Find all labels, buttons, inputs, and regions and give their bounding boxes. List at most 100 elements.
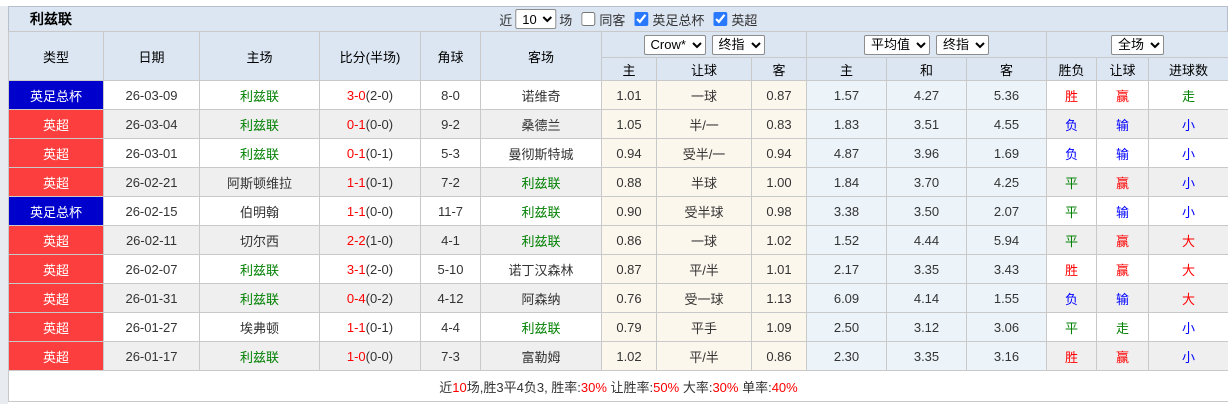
scope-select[interactable]: 全场 (1111, 34, 1165, 55)
halftime-score: (0-0) (365, 116, 394, 132)
winlose-result: 胜 (1046, 80, 1098, 110)
winlose-result: 负 (1046, 109, 1098, 139)
euro-draw-odds: 4.27 (886, 80, 967, 110)
date-cell: 26-01-31 (103, 283, 200, 313)
handicap-line: 受半/一 (656, 138, 752, 168)
summary-segment: 50% (653, 379, 680, 395)
winlose-result: 平 (1046, 225, 1098, 255)
handicap-result: 走 (1096, 312, 1150, 342)
euro-away-odds: 5.94 (965, 225, 1048, 255)
table-row: 英超 26-03-01 利兹联 0-1(0-1) 5-3 曼彻斯特城 0.94 … (8, 138, 1228, 168)
corner-cell: 5-10 (420, 254, 481, 284)
fulltime-score: 0-1 (346, 116, 366, 132)
league-type-badge: 英超 (8, 341, 104, 371)
away-team-cell: 曼彻斯特城 (480, 138, 602, 168)
date-cell: 26-02-07 (103, 254, 200, 284)
fulltime-score: 1-1 (346, 203, 366, 219)
away-team-cell: 阿森纳 (480, 283, 602, 313)
asian-stage-select[interactable]: 终指 (711, 34, 765, 55)
home-team-cell: 利兹联 (199, 341, 320, 371)
euro-home-odds: 1.83 (806, 109, 887, 139)
euro-home-odds: 1.84 (806, 167, 887, 197)
goals-result: 小 (1148, 109, 1228, 139)
asian-home-odds: 0.94 (601, 138, 657, 168)
epl-checkbox[interactable] (713, 12, 728, 26)
summary-segment: 场,胜3平4负3, 胜率: (466, 379, 581, 395)
euro-home-odds: 2.17 (806, 254, 887, 284)
away-team-cell: 利兹联 (480, 225, 602, 255)
handicap-result: 赢 (1096, 254, 1150, 284)
score-cell: 0-1(0-0) (319, 109, 421, 139)
handicap-line: 受一球 (656, 283, 752, 313)
handicap-line: 半/一 (656, 109, 752, 139)
col-header-away: 客场 (480, 31, 602, 81)
euro-draw-odds: 3.35 (886, 254, 967, 284)
asian-away-odds: 1.13 (751, 283, 807, 313)
away-team-cell: 富勒姆 (480, 341, 602, 371)
asian-home-odds: 0.87 (601, 254, 657, 284)
score-cell: 2-2(1-0) (319, 225, 421, 255)
euro-home-odds: 6.09 (806, 283, 887, 313)
fulltime-score: 0-1 (346, 145, 366, 161)
home-team-cell: 利兹联 (199, 109, 320, 139)
summary-row: 近10场,胜3平4负3, 胜率:30% 让胜率:50% 大率:30% 单率:40… (7, 370, 1228, 402)
league-type-badge: 英超 (8, 138, 104, 168)
halftime-score: (0-1) (365, 174, 394, 190)
goals-result: 走 (1148, 80, 1228, 110)
away-team-cell: 利兹联 (480, 312, 602, 342)
score-cell: 1-1(0-0) (319, 196, 421, 226)
corner-cell: 4-4 (420, 312, 481, 342)
fulltime-score: 3-1 (346, 261, 366, 277)
same-away-checkbox[interactable] (581, 12, 596, 26)
team-history-panel: 利兹联 近 10 场 同客 英足总杯 英超 类型 日期 主场 比分(半场) 角球… (7, 6, 1228, 402)
epl-label: 英超 (731, 12, 758, 28)
subcol-euro-away: 客 (965, 57, 1048, 81)
goals-result: 小 (1148, 167, 1228, 197)
fulltime-score: 0-4 (346, 290, 366, 306)
summary-segment: 30% (712, 379, 739, 395)
winlose-result: 平 (1046, 196, 1098, 226)
handicap-line: 一球 (656, 80, 752, 110)
euro-away-odds: 1.69 (965, 138, 1048, 168)
asian-home-odds: 0.79 (601, 312, 657, 342)
corner-cell: 4-12 (420, 283, 481, 313)
asian-bookmaker-select[interactable]: Crow* (643, 34, 706, 55)
league-type-badge: 英足总杯 (8, 196, 104, 226)
away-team-cell: 利兹联 (480, 196, 602, 226)
halftime-score: (0-0) (365, 348, 394, 364)
euro-draw-odds: 3.70 (886, 167, 967, 197)
euro-away-odds: 3.06 (965, 312, 1048, 342)
winlose-result: 平 (1046, 312, 1098, 342)
date-cell: 26-02-15 (103, 196, 200, 226)
halftime-score: (0-0) (365, 203, 394, 219)
handicap-result: 输 (1096, 196, 1150, 226)
subcol-euro-home: 主 (806, 57, 887, 81)
fulltime-score: 1-1 (346, 319, 366, 335)
facup-checkbox[interactable] (634, 12, 649, 26)
halftime-score: (0-1) (365, 145, 394, 161)
euro-home-odds: 1.57 (806, 80, 887, 110)
handicap-line: 平/半 (656, 341, 752, 371)
date-cell: 26-03-04 (103, 109, 200, 139)
handicap-result: 输 (1096, 109, 1150, 139)
fulltime-score: 3-0 (346, 87, 366, 103)
table-row: 英超 26-02-11 切尔西 2-2(1-0) 4-1 利兹联 0.86 一球… (8, 225, 1228, 255)
score-cell: 1-1(0-1) (319, 167, 421, 197)
euro-bookmaker-select[interactable]: 平均值 (864, 34, 930, 55)
euro-stage-select[interactable]: 终指 (936, 34, 989, 55)
score-cell: 1-0(0-0) (319, 341, 421, 371)
goals-result: 小 (1148, 196, 1228, 226)
goals-result: 小 (1148, 341, 1228, 371)
corner-cell: 11-7 (420, 196, 481, 226)
date-cell: 26-03-09 (103, 80, 200, 110)
corner-cell: 8-0 (420, 80, 481, 110)
halftime-score: (2-0) (365, 87, 394, 103)
match-count-select[interactable]: 10 (515, 9, 557, 29)
euro-away-odds: 5.36 (965, 80, 1048, 110)
home-team-cell: 阿斯顿维拉 (199, 167, 320, 197)
subcol-handicap: 让球 (656, 57, 752, 81)
handicap-result: 赢 (1096, 80, 1150, 110)
handicap-line: 半球 (656, 167, 752, 197)
team-title: 利兹联 (30, 11, 72, 27)
handicap-line: 受半球 (656, 196, 752, 226)
